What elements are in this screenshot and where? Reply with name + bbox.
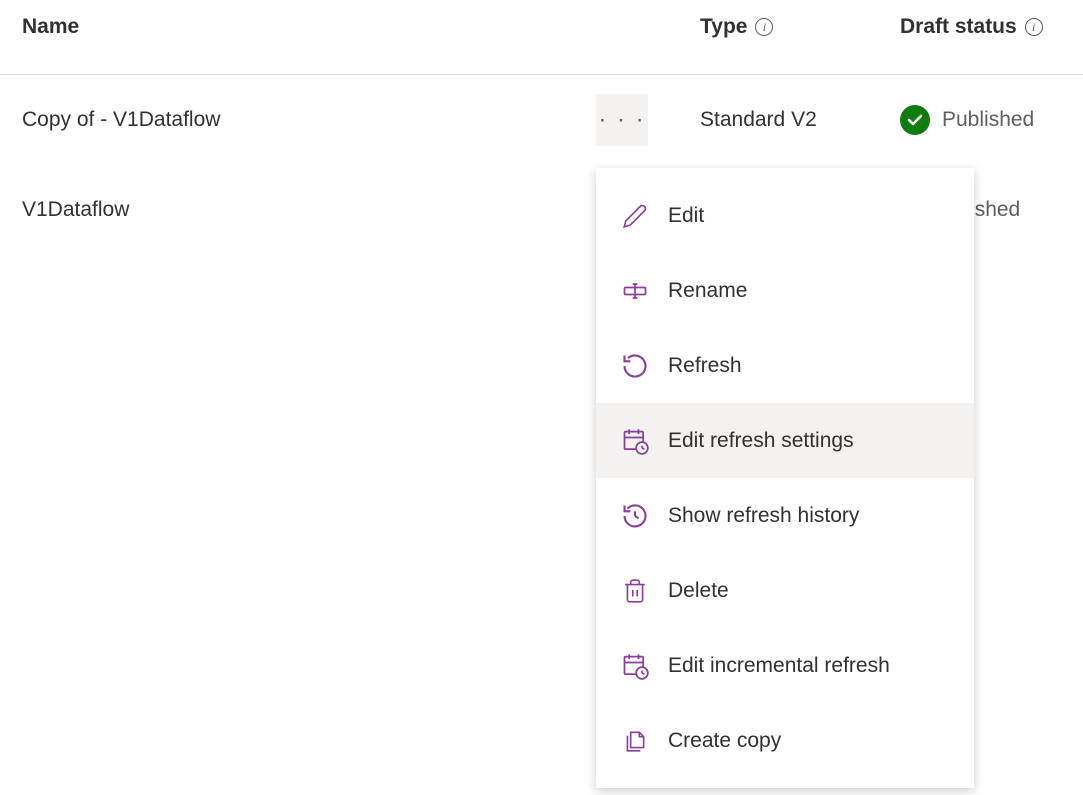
menu-item-refresh[interactable]: Refresh — [596, 328, 974, 403]
menu-label: Edit incremental refresh — [668, 654, 890, 678]
menu-item-rename[interactable]: Rename — [596, 253, 974, 328]
table-header: Name Type i Draft status i — [0, 0, 1083, 75]
type-label: Standard V2 — [700, 108, 817, 131]
menu-label: Show refresh history — [668, 504, 859, 528]
column-header-type[interactable]: Type i — [700, 15, 900, 39]
refresh-icon — [620, 351, 650, 381]
dataflow-name: Copy of - V1Dataflow — [22, 108, 220, 131]
column-header-status[interactable]: Draft status i — [900, 15, 1080, 39]
checkmark-icon — [900, 105, 930, 135]
history-icon — [620, 501, 650, 531]
menu-label: Edit refresh settings — [668, 429, 854, 453]
column-header-name[interactable]: Name — [0, 15, 700, 39]
rename-icon — [620, 276, 650, 306]
context-menu: Edit Rename Refresh Edit refresh setting… — [596, 168, 974, 788]
menu-item-edit-incremental-refresh[interactable]: Edit incremental refresh — [596, 628, 974, 703]
menu-label: Delete — [668, 579, 729, 603]
menu-item-delete[interactable]: Delete — [596, 553, 974, 628]
calendar-clock-icon — [620, 426, 650, 456]
calendar-clock-icon — [620, 651, 650, 681]
cell-status: Published — [900, 105, 1080, 135]
menu-label: Refresh — [668, 354, 742, 378]
menu-label: Rename — [668, 279, 747, 303]
header-status-label: Draft status — [900, 15, 1017, 39]
header-type-label: Type — [700, 15, 747, 39]
dataflow-name: V1Dataflow — [22, 198, 129, 221]
menu-item-edit-refresh-settings[interactable]: Edit refresh settings — [596, 403, 974, 478]
menu-label: Edit — [668, 204, 704, 228]
status-label: Published — [942, 108, 1034, 132]
menu-label: Create copy — [668, 729, 781, 753]
more-actions-button[interactable]: · · · — [596, 94, 648, 146]
cell-actions: · · · — [596, 94, 700, 146]
copy-icon — [620, 726, 650, 756]
cell-name: V1Dataflow — [0, 198, 596, 222]
header-name-label: Name — [22, 15, 79, 38]
cell-type: Standard V2 — [700, 108, 900, 132]
cell-name: Copy of - V1Dataflow — [0, 108, 596, 132]
trash-icon — [620, 576, 650, 606]
info-icon[interactable]: i — [755, 18, 773, 36]
menu-item-edit[interactable]: Edit — [596, 178, 974, 253]
pencil-icon — [620, 201, 650, 231]
info-icon[interactable]: i — [1025, 18, 1043, 36]
menu-item-create-copy[interactable]: Create copy — [596, 703, 974, 778]
table-row[interactable]: Copy of - V1Dataflow · · · Standard V2 P… — [0, 75, 1083, 165]
menu-item-show-refresh-history[interactable]: Show refresh history — [596, 478, 974, 553]
